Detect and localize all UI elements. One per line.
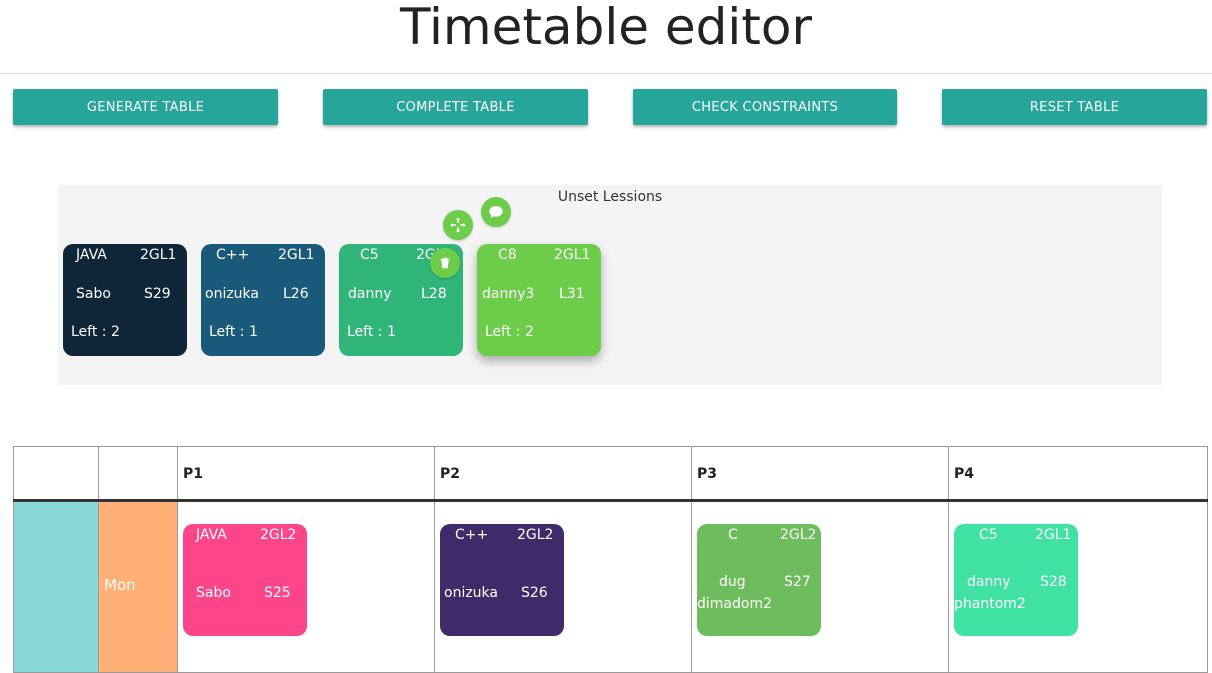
- lesson-room: S29: [144, 286, 171, 302]
- unset-lessons-panel: Unset Lessions JAVA 2GL1 Sabo S29 Left :…: [58, 185, 1162, 385]
- lesson-group: 2GL1: [140, 247, 177, 263]
- lesson-group: 2GL2: [780, 527, 817, 543]
- check-constraints-button[interactable]: CHECK CONSTRAINTS: [633, 89, 897, 125]
- day-name-cell: Mon: [98, 500, 178, 673]
- header-cell-empty: [13, 446, 99, 502]
- lesson-card[interactable]: C++ 2GL2 onizuka S26: [440, 524, 564, 636]
- lesson-group: 2GL1: [1035, 527, 1072, 543]
- lesson-teacher: dug: [719, 574, 746, 590]
- lesson-subject: C5: [360, 247, 379, 263]
- comment-icon[interactable]: [481, 197, 511, 227]
- lesson-teacher: danny3: [482, 286, 535, 302]
- lesson-room: S27: [784, 574, 811, 590]
- lesson-card[interactable]: JAVA 2GL2 Sabo S25: [183, 524, 307, 636]
- lesson-group: 2GL1: [278, 247, 315, 263]
- day-color-cell: [13, 500, 99, 673]
- lesson-group: 2GL1: [554, 247, 591, 263]
- lesson-teacher: onizuka: [205, 286, 259, 302]
- lesson-subject: JAVA: [196, 527, 227, 543]
- header-period-p2: P2: [434, 446, 692, 502]
- unset-lessons-title: Unset Lessions: [557, 189, 663, 205]
- lesson-teacher: danny: [967, 574, 1011, 590]
- move-icon[interactable]: [443, 210, 473, 240]
- header-divider: [0, 73, 1212, 74]
- generate-table-button[interactable]: GENERATE TABLE: [13, 89, 278, 125]
- lesson-group: 2GL2: [517, 527, 554, 543]
- lesson-left-count: Left : 1: [209, 324, 258, 340]
- lesson-room: L26: [283, 286, 309, 302]
- lesson-card[interactable]: C 2GL2 dug S27 dimadom2: [697, 524, 821, 636]
- lesson-subject: C++: [455, 527, 489, 543]
- timetable-cell-p1[interactable]: JAVA 2GL2 Sabo S25: [177, 500, 435, 673]
- lesson-room: S28: [1040, 574, 1067, 590]
- lesson-room: S26: [521, 585, 548, 601]
- lesson-room: S25: [264, 585, 291, 601]
- complete-table-button[interactable]: COMPLETE TABLE: [323, 89, 588, 125]
- trash-icon[interactable]: [430, 248, 460, 278]
- timetable-cell-p2[interactable]: C++ 2GL2 onizuka S26: [434, 500, 692, 673]
- lesson-extra: phantom2: [954, 596, 1026, 612]
- header-period-p3: P3: [691, 446, 949, 502]
- lesson-teacher: Sabo: [196, 585, 231, 601]
- lesson-subject: C++: [216, 247, 250, 263]
- unset-lesson-card[interactable]: JAVA 2GL1 Sabo S29 Left : 2: [63, 244, 187, 356]
- lesson-group: 2GL2: [260, 527, 297, 543]
- lesson-left-count: Left : 2: [485, 324, 534, 340]
- lesson-subject: C: [728, 527, 738, 543]
- lesson-subject: C5: [979, 527, 998, 543]
- lesson-left-count: Left : 1: [347, 324, 396, 340]
- timetable-grid: P1 P2 P3 P4 Mon JAVA 2GL2 Sabo S25 C++ 2…: [13, 446, 1208, 673]
- header-period-p4: P4: [948, 446, 1208, 502]
- lesson-teacher: onizuka: [444, 585, 498, 601]
- header-period-p1: P1: [177, 446, 435, 502]
- lesson-teacher: Sabo: [76, 286, 111, 302]
- lesson-teacher: danny: [348, 286, 392, 302]
- unset-lesson-card-selected[interactable]: C8 2GL1 danny3 L31 Left : 2: [477, 244, 601, 356]
- timetable-cell-p3[interactable]: C 2GL2 dug S27 dimadom2: [691, 500, 949, 673]
- lesson-left-count: Left : 2: [71, 324, 120, 340]
- lesson-extra: dimadom2: [697, 596, 772, 612]
- table-row: Mon JAVA 2GL2 Sabo S25 C++ 2GL2 onizuka …: [13, 500, 1208, 673]
- timetable-cell-p4[interactable]: C5 2GL1 danny S28 phantom2: [948, 500, 1208, 673]
- lesson-room: L31: [559, 286, 585, 302]
- unset-lesson-card[interactable]: C++ 2GL1 onizuka L26 Left : 1: [201, 244, 325, 356]
- lesson-subject: C8: [498, 247, 517, 263]
- lesson-subject: JAVA: [76, 247, 107, 263]
- reset-table-button[interactable]: RESET TABLE: [942, 89, 1207, 125]
- header-cell-empty: [98, 446, 178, 502]
- page-title: Timetable editor: [399, 0, 813, 56]
- lesson-room: L28: [421, 286, 447, 302]
- lesson-card[interactable]: C5 2GL1 danny S28 phantom2: [954, 524, 1078, 636]
